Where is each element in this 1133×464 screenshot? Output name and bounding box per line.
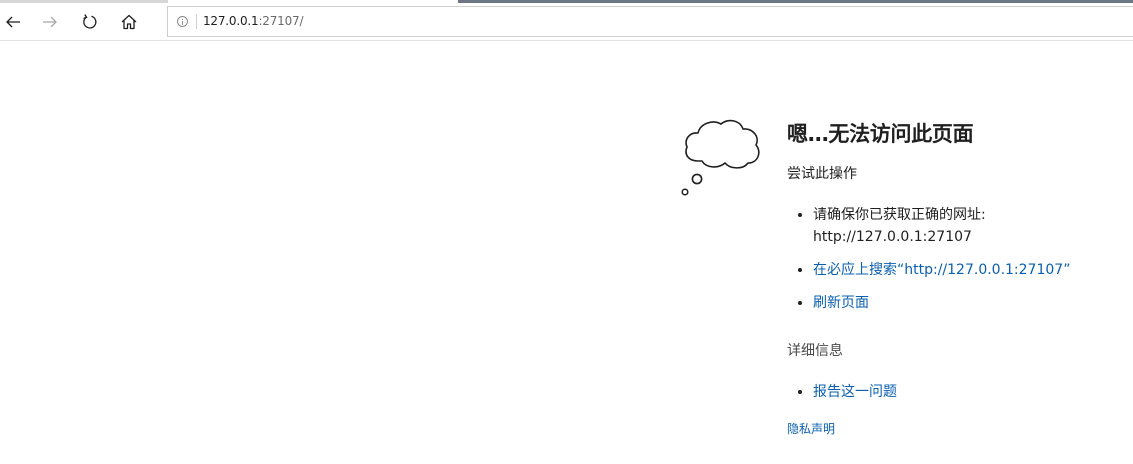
home-icon	[121, 14, 137, 30]
forward-arrow-icon	[43, 16, 57, 28]
address-bar[interactable]: 127.0.0.1:27107/	[167, 6, 1133, 37]
back-button[interactable]	[0, 7, 28, 37]
address-divider	[196, 14, 197, 29]
thought-cloud-icon	[681, 119, 760, 196]
suggestion-text: 请确保你已获取正确的网址:	[813, 207, 986, 223]
refresh-button[interactable]	[75, 7, 105, 37]
info-icon[interactable]	[177, 16, 188, 27]
browser-window: 127.0.0.1:27107/ 嗯…无法访问此页面 尝试此操作 请确保你已获取…	[0, 0, 1133, 464]
url-host: 127.0.0.1	[203, 14, 259, 28]
url-path: :27107/	[258, 14, 304, 28]
forward-button[interactable]	[35, 7, 65, 37]
list-item: 在必应上搜索“http://127.0.0.1:27107”	[787, 259, 1127, 281]
url-text[interactable]: 127.0.0.1:27107/	[203, 13, 304, 29]
try-this-heading: 尝试此操作	[787, 166, 857, 182]
report-problem-link[interactable]: 报告这一问题	[813, 384, 897, 400]
refresh-icon	[83, 14, 97, 29]
suggestion-url: http://127.0.0.1:27107	[813, 229, 972, 245]
back-arrow-icon	[6, 16, 20, 28]
list-item: 报告这一问题	[787, 381, 1127, 403]
list-item: 请确保你已获取正确的网址: http://127.0.0.1:27107	[787, 204, 1127, 248]
error-content: 嗯…无法访问此页面 尝试此操作 请确保你已获取正确的网址: http://127…	[787, 118, 1127, 437]
search-bing-link[interactable]: 在必应上搜索“http://127.0.0.1:27107”	[813, 262, 1070, 278]
details-list: 报告这一问题	[787, 381, 1127, 403]
home-button[interactable]	[114, 7, 144, 37]
list-item: 刷新页面	[787, 292, 1127, 314]
page-title: 嗯…无法访问此页面	[787, 122, 974, 146]
suggestion-list: 请确保你已获取正确的网址: http://127.0.0.1:27107 在必应…	[787, 204, 1127, 314]
refresh-page-link[interactable]: 刷新页面	[813, 295, 869, 311]
details-heading: 详细信息	[787, 343, 843, 359]
privacy-statement-link[interactable]: 隐私声明	[787, 421, 835, 437]
browser-toolbar: 127.0.0.1:27107/	[0, 3, 1133, 41]
